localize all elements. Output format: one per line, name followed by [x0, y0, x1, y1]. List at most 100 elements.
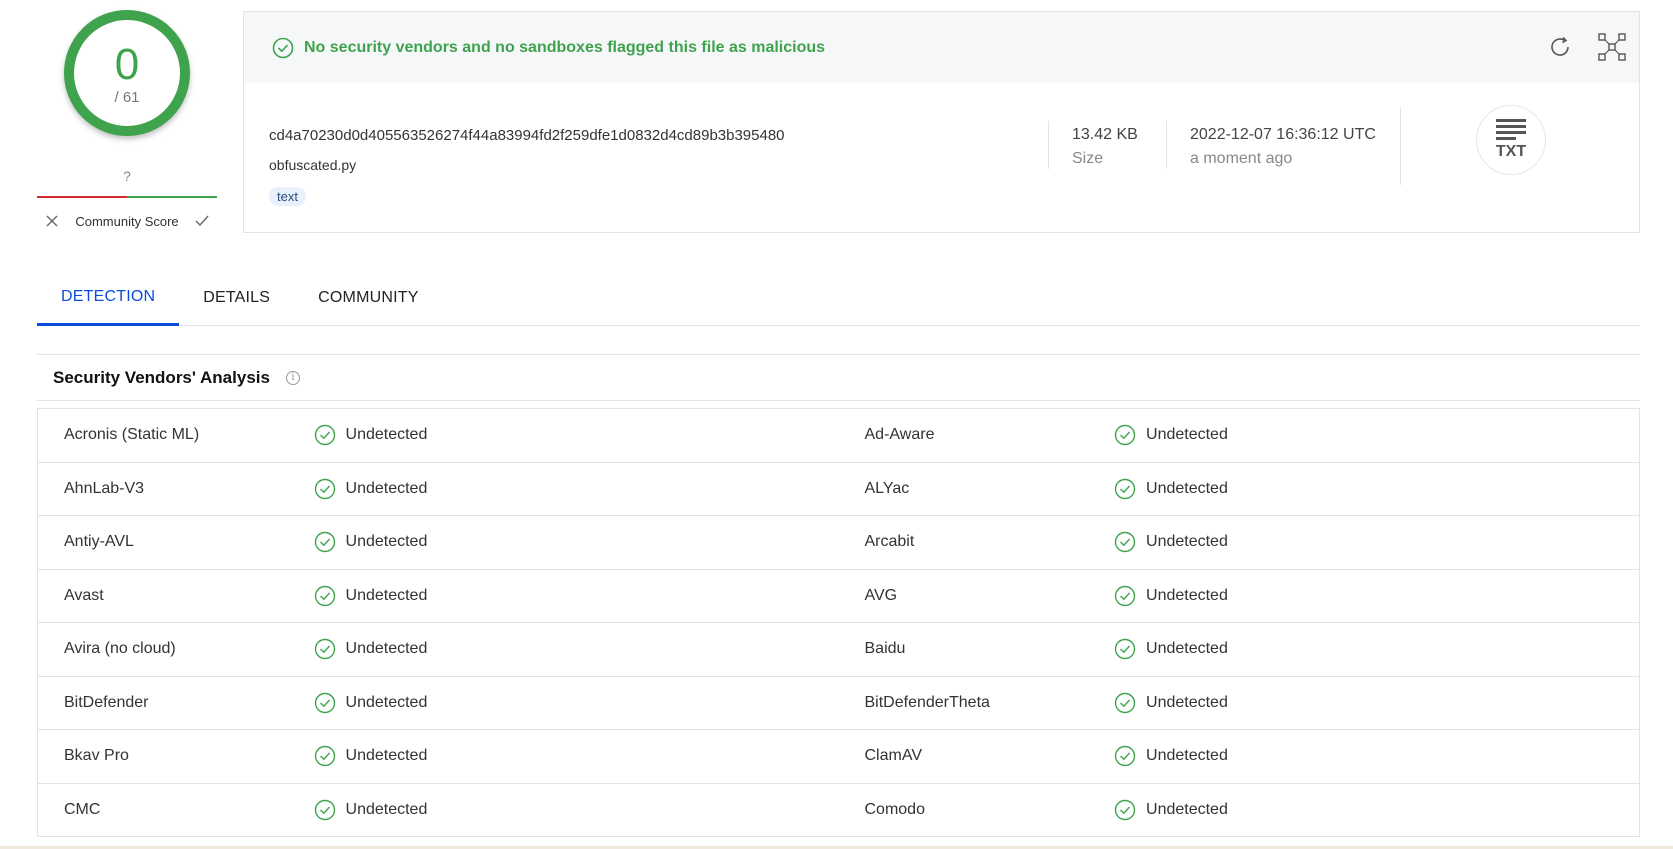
tab-community[interactable]: COMMUNITY [294, 270, 442, 326]
vendor-name: Comodo [864, 800, 925, 818]
check-circle-icon [1114, 692, 1136, 713]
analysis-date: 2022-12-07 16:36:12 UTC [1190, 126, 1376, 143]
score-ring: 0 / 61 [64, 10, 190, 136]
result-label: Undetected [1146, 533, 1228, 551]
table-row: AhnLab-V3 Undetected ALYac Undetected [38, 463, 1639, 516]
vendors-section-header: Security Vendors' Analysis i [37, 354, 1640, 401]
vendor-name: AhnLab-V3 [64, 479, 145, 497]
close-icon [46, 215, 58, 227]
file-summary-card: No security vendors and no sandboxes fla… [243, 11, 1640, 233]
result-label: Undetected [1146, 693, 1228, 711]
score-value: 0 [114, 39, 140, 89]
divider [1048, 121, 1049, 169]
analysis-date-relative: a moment ago [1190, 150, 1293, 167]
vendor-result: Undetected [1114, 799, 1639, 821]
txt-file-icon [1496, 119, 1526, 143]
result-label: Undetected [345, 426, 428, 444]
file-hash[interactable]: cd4a70230d0d405563526274f44a83994fd2f259… [269, 127, 785, 144]
vendor-result: Undetected [1114, 585, 1639, 607]
check-icon [195, 215, 209, 227]
score-total: / 61 [114, 88, 140, 106]
vendor-result: Undetected [1114, 424, 1639, 446]
vendor-name: Antiy-AVL [64, 533, 134, 551]
community-score-bar [37, 196, 217, 198]
detection-score: 0 / 61 [64, 10, 190, 136]
vendor-name: Arcabit [864, 533, 915, 551]
vendor-name: Avira (no cloud) [64, 640, 176, 658]
vendor-result: Undetected [314, 531, 839, 553]
file-metadata: cd4a70230d0d405563526274f44a83994fd2f259… [244, 83, 1639, 233]
result-label: Undetected [345, 586, 428, 604]
vendor-result: Undetected [314, 745, 839, 767]
vendor-name: CMC [64, 800, 101, 818]
check-circle-icon [1114, 639, 1136, 660]
check-circle-icon [1114, 746, 1136, 767]
vendor-name: BitDefenderTheta [864, 693, 990, 711]
table-row: Bkav Pro Undetected ClamAV Undetected [38, 730, 1639, 784]
vendor-result: Undetected [314, 638, 839, 660]
result-label: Undetected [345, 747, 428, 765]
vote-harmless-button[interactable] [191, 210, 213, 232]
check-circle-icon [314, 639, 335, 660]
result-label: Undetected [1146, 586, 1228, 604]
file-size-label: Size [1072, 150, 1104, 167]
divider [1400, 107, 1401, 185]
check-circle-icon [272, 37, 294, 58]
vendor-result: Undetected [1114, 745, 1639, 767]
similar-files-button[interactable] [1597, 32, 1627, 62]
check-circle-icon [314, 585, 335, 606]
vendor-name: Ad-Aware [864, 426, 935, 444]
vendor-name: AVG [864, 586, 898, 604]
table-row: BitDefender Undetected BitDefenderTheta Und… [38, 677, 1639, 730]
vendor-result: Undetected [314, 424, 839, 446]
divider [1166, 121, 1167, 169]
vendors-table: Acronis (Static ML) Undetected Ad-Aware Und… [37, 408, 1640, 837]
vendor-result: Undetected [314, 692, 839, 714]
vote-malicious-button[interactable] [41, 210, 63, 232]
check-circle-icon [1114, 532, 1136, 553]
check-circle-icon [314, 532, 335, 553]
check-circle-icon [314, 799, 335, 820]
section-title: Security Vendors' Analysis [53, 367, 270, 387]
vendor-result: Undetected [1114, 531, 1639, 553]
vendor-name: Baidu [864, 640, 906, 658]
vendor-name: Acronis (Static ML) [64, 426, 200, 444]
file-size: 13.42 KB [1072, 126, 1138, 143]
vendor-name: Bkav Pro [64, 747, 129, 765]
result-label: Undetected [345, 533, 428, 551]
community-score: ? Community Score [37, 168, 217, 232]
result-label: Undetected [345, 479, 428, 497]
table-row: Avira (no cloud) Undetected Baidu Undetecte… [38, 623, 1639, 677]
vendor-name: ALYac [864, 479, 910, 497]
vendor-name: BitDefender [64, 693, 149, 711]
file-tag[interactable]: text [269, 187, 306, 206]
reanalyze-button[interactable] [1545, 32, 1575, 62]
vendor-name: ClamAV [864, 747, 923, 765]
vendor-result: Undetected [1114, 478, 1639, 500]
tab-detection[interactable]: DETECTION [37, 270, 180, 326]
vendor-result: Undetected [1114, 638, 1639, 660]
result-label: Undetected [1146, 426, 1228, 444]
result-label: Undetected [1146, 479, 1228, 497]
vendor-result: Undetected [314, 799, 839, 821]
info-icon[interactable]: i [285, 370, 300, 385]
result-label: Undetected [1146, 640, 1228, 658]
file-type-label: TXT [1495, 143, 1527, 160]
tab-details[interactable]: DETAILS [179, 270, 294, 326]
check-circle-icon [314, 478, 335, 499]
check-circle-icon [1114, 478, 1136, 499]
vendor-result: Undetected [1114, 692, 1639, 714]
result-label: Undetected [345, 800, 428, 818]
check-circle-icon [1114, 799, 1136, 820]
community-score-value: ? [123, 168, 131, 184]
report-tabs: DETECTION DETAILS COMMUNITY [37, 270, 1640, 326]
check-circle-icon [1114, 585, 1136, 606]
table-row: CMC Undetected Comodo Undetected [38, 784, 1639, 837]
table-row: Acronis (Static ML) Undetected Ad-Aware Und… [38, 409, 1639, 463]
check-circle-icon [314, 746, 335, 767]
similar-files-icon [1598, 33, 1626, 61]
file-name: obfuscated.py [269, 157, 357, 173]
vendor-result: Undetected [314, 585, 839, 607]
verdict-message: No security vendors and no sandboxes fla… [304, 38, 826, 56]
file-type-badge: TXT [1476, 105, 1546, 175]
